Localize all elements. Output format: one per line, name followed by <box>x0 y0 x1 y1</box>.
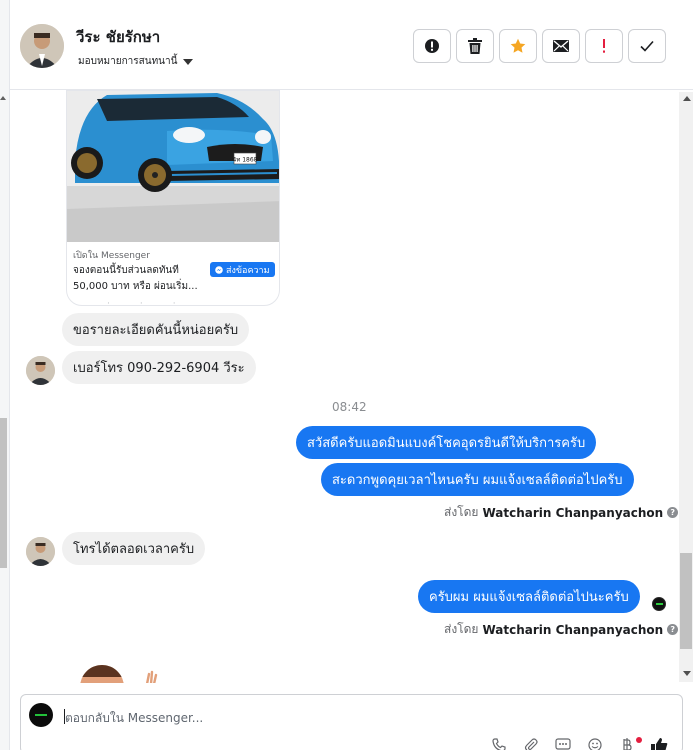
wave-hand-icon <box>145 670 158 684</box>
star-icon <box>510 38 526 53</box>
page-avatar <box>29 703 53 727</box>
info-icon[interactable]: ? <box>667 624 679 635</box>
left-panel-edge <box>0 0 10 750</box>
thumbs-up-icon[interactable] <box>650 737 668 750</box>
send-message-label: ส่งข้อความ <box>226 265 270 276</box>
caret-down-icon <box>183 58 194 65</box>
alert-circle-icon <box>425 39 439 53</box>
trash-icon <box>468 38 482 54</box>
scroll-up-icon[interactable] <box>683 96 691 101</box>
attachment-icon[interactable] <box>522 737 540 750</box>
card-carousel-dots: ··· <box>107 299 206 306</box>
outgoing-message[interactable]: สะดวกพูดคุยเวลาไหนครับ ผมแจ้งเซลล์ติดต่อ… <box>321 463 634 496</box>
done-button[interactable] <box>628 29 666 63</box>
ad-card[interactable]: 4ท 1868 เปิดใน Messenger จองตอนนี้รับส่ว… <box>66 90 280 306</box>
car-image: 4ท 1868 <box>67 91 279 242</box>
sent-by-name: Watcharin Chanpanyachon <box>482 505 664 520</box>
delete-button[interactable] <box>456 29 494 63</box>
sent-by-prefix: ส่งโดย <box>444 622 479 636</box>
left-scroll-thumb[interactable] <box>0 418 7 568</box>
contact-avatar-small[interactable] <box>26 537 55 566</box>
card-price: 50,000 บาท หรือ ผ่อนเริ่ม... <box>73 281 198 292</box>
envelope-icon <box>553 40 569 52</box>
check-icon <box>640 40 654 52</box>
send-message-button[interactable]: ส่งข้อความ <box>210 262 275 277</box>
phone-icon[interactable] <box>490 737 508 750</box>
mail-button[interactable] <box>542 29 580 63</box>
seen-indicator-avatar <box>652 597 666 611</box>
message-timestamp: 08:42 <box>332 400 367 414</box>
emoji-icon[interactable] <box>586 737 604 750</box>
outgoing-message[interactable]: สวัสดีครับแอดมินแบงค์โชคอุดรยินดีให้บริก… <box>296 426 597 459</box>
info-icon[interactable]: ? <box>667 507 679 518</box>
reply-placeholder[interactable]: ตอบกลับใน Messenger... <box>65 709 203 728</box>
assign-conversation-dropdown[interactable]: มอบหมายการสนทนานี้ <box>78 54 194 69</box>
scroll-down-icon[interactable] <box>683 671 691 676</box>
license-plate: 4ท 1868 <box>233 157 258 164</box>
exclamation-icon <box>603 39 605 53</box>
contact-name[interactable]: วีระ ชัยรักษา <box>76 25 160 49</box>
assign-label: มอบหมายการสนทนานี้ <box>78 56 178 67</box>
left-scroll-up-icon[interactable] <box>0 96 6 100</box>
conversation-header: วีระ ชัยรักษา มอบหมายการสนทนานี้ <box>10 0 693 90</box>
chat-scroll-thumb[interactable] <box>680 553 692 649</box>
sent-by-name: Watcharin Chanpanyachon <box>482 622 664 637</box>
outgoing-message[interactable]: ครับผม ผมแจ้งเซลล์ติดต่อไปนะครับ <box>418 580 640 613</box>
spam-button[interactable] <box>413 29 451 63</box>
notification-dot <box>636 737 642 743</box>
baht-payment-icon[interactable] <box>618 737 636 750</box>
sent-by-label: ส่งโดย Watcharin Chanpanyachon ? <box>444 620 679 639</box>
contact-avatar-small[interactable] <box>26 356 55 385</box>
sent-by-label: ส่งโดย Watcharin Chanpanyachon ? <box>444 503 679 522</box>
card-headline: จองตอนนี้รับส่วนลดทันที <box>73 265 179 276</box>
incoming-message[interactable]: เบอร์โทร 090-292-6904 วีระ <box>62 351 256 384</box>
contact-avatar[interactable] <box>20 24 64 68</box>
incoming-message[interactable]: ขอรายละเอียดคันนี้หน่อยครับ <box>62 313 250 346</box>
card-source[interactable]: เปิดใน Messenger <box>73 248 150 262</box>
incoming-message[interactable]: โทรได้ตลอดเวลาครับ <box>62 532 206 565</box>
header-actions <box>413 29 666 63</box>
star-button[interactable] <box>499 29 537 63</box>
important-button[interactable] <box>585 29 623 63</box>
messenger-icon <box>215 265 223 274</box>
saved-replies-icon[interactable] <box>554 737 572 750</box>
sent-by-prefix: ส่งโดย <box>444 505 479 519</box>
